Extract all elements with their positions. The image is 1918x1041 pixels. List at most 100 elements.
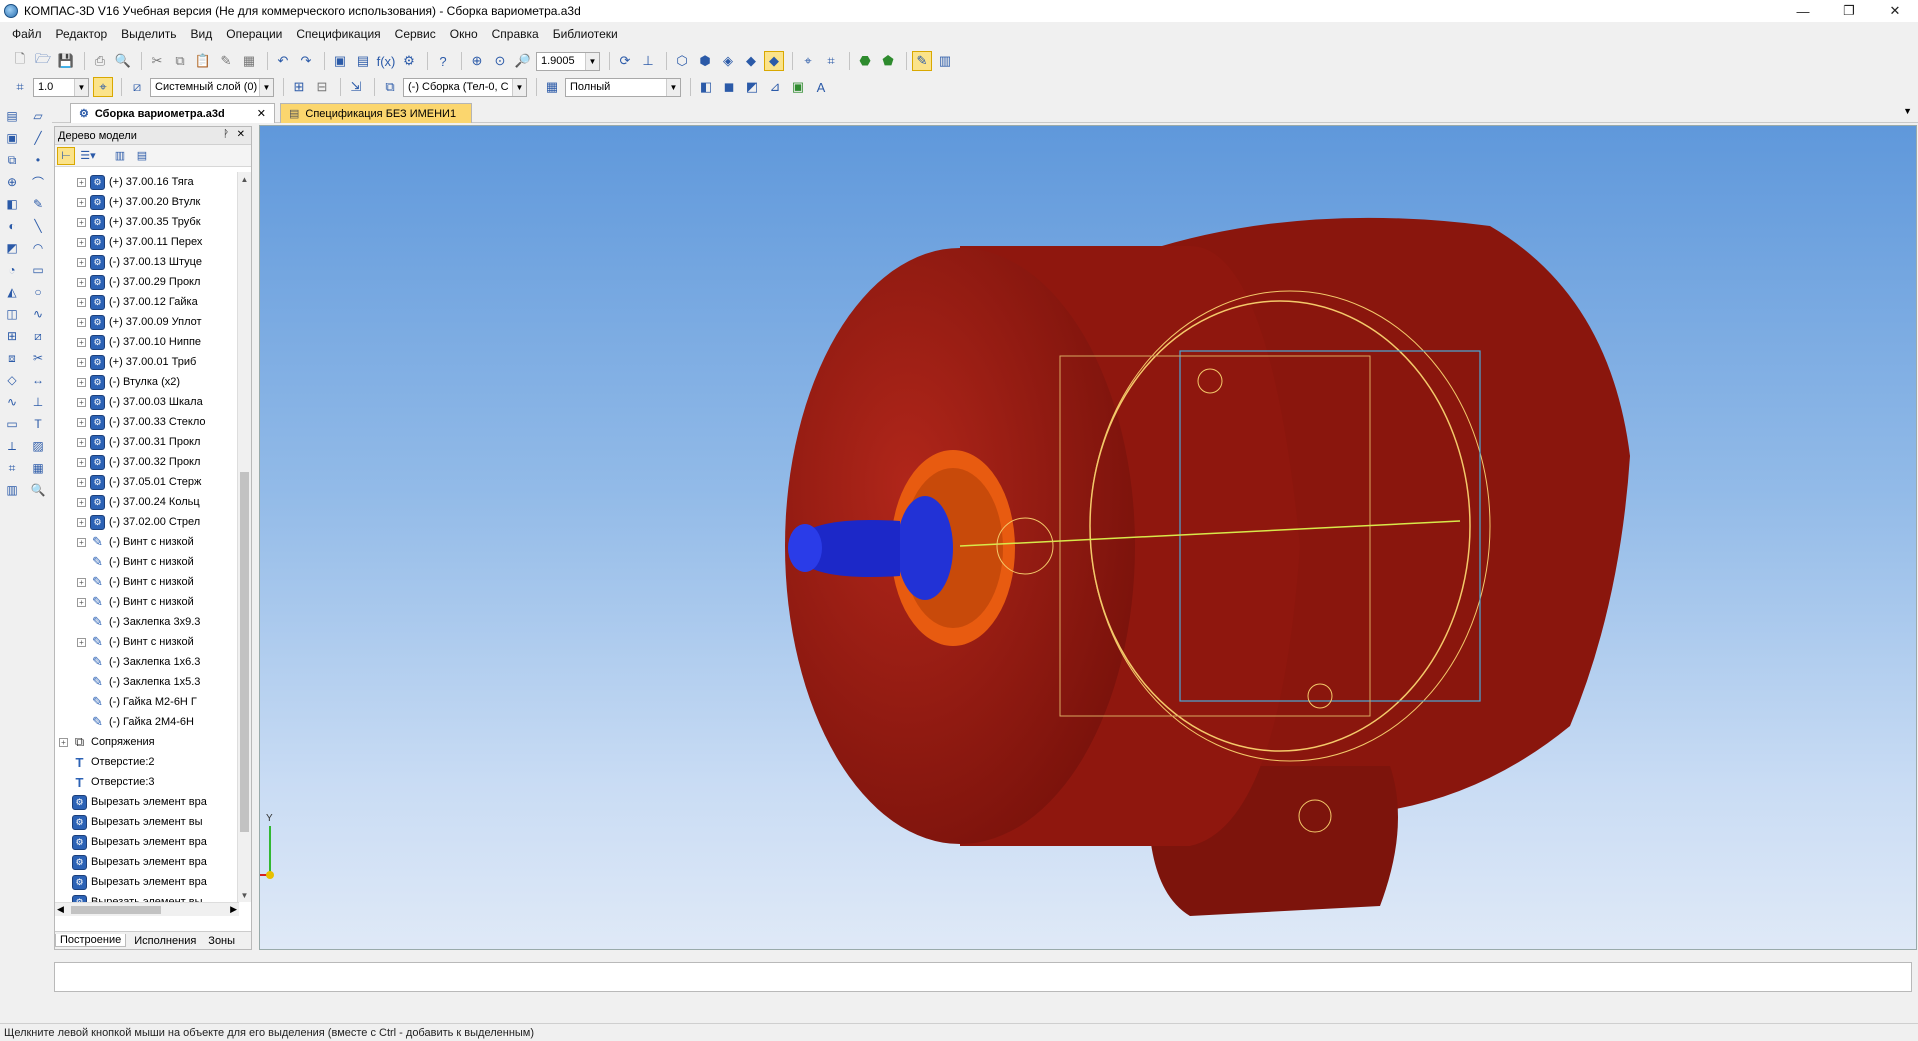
library-icon[interactable]: ▤ (353, 51, 373, 71)
zoom-scale-field[interactable]: 1.9005 ▼ (536, 51, 600, 71)
layer-select[interactable]: Системный слой (0) ▼ (150, 77, 274, 97)
tree-item[interactable]: + ⚙ (+) 37.00.11 Перех (55, 232, 239, 252)
shell-tool-icon[interactable]: ◫ (2, 304, 22, 324)
expand-icon[interactable]: + (77, 217, 86, 227)
scrollbar-thumb[interactable] (71, 906, 161, 914)
perspective-icon[interactable]: ◩ (742, 77, 762, 97)
properties-panel-icon[interactable]: ▥ (935, 51, 955, 71)
tree-view-mode-icon[interactable]: ☰▾ (79, 147, 97, 165)
tree-item[interactable]: + ⧉ Сопряжения (55, 732, 239, 752)
tree-item[interactable]: + ✎ (-) Винт с низкой (55, 592, 239, 612)
tree-item[interactable]: + ⚙ (-) 37.00.24 Кольц (55, 492, 239, 512)
section-icon[interactable]: ◧ (696, 77, 716, 97)
pin-icon[interactable]: ᚹ (223, 129, 229, 140)
manager-icon[interactable]: ▣ (330, 51, 350, 71)
arc-tool-icon[interactable]: ◠ (28, 238, 48, 258)
tree-item[interactable]: + ⚙ (-) 37.00.13 Штуце (55, 252, 239, 272)
expand-icon[interactable]: + (77, 417, 86, 427)
assembly-edit-icon[interactable]: ⧉ (380, 77, 400, 97)
menu-libraries[interactable]: Библиотеки (553, 27, 618, 41)
assembly-filter-select[interactable]: (-) Сборка (Тел-0, С ▼ (403, 77, 527, 97)
new-file-icon[interactable]: 🗋 (10, 51, 30, 71)
text-tool-icon[interactable]: T (28, 414, 48, 434)
axis-tool-icon[interactable]: ╱ (28, 128, 48, 148)
preview-icon[interactable]: 🔍 (113, 51, 133, 71)
rect-tool-icon[interactable]: ▭ (28, 260, 48, 280)
tab-assembly[interactable]: ⚙ Сборка вариометра.a3d ✕ (70, 103, 275, 123)
plane-tool-icon[interactable]: ▱ (28, 106, 48, 126)
tree-item[interactable]: + ✎ (-) Винт с низкой (55, 572, 239, 592)
trim-tool-icon[interactable]: ✂ (28, 348, 48, 368)
expand-icon[interactable]: + (77, 517, 86, 527)
tree-item[interactable]: ✎ (-) Винт с низкой (55, 552, 239, 572)
menu-view[interactable]: Вид (191, 27, 213, 41)
expand-icon[interactable]: + (77, 377, 86, 387)
expand-icon[interactable]: + (77, 437, 86, 447)
tree-spec-icon[interactable]: ▥ (111, 147, 129, 165)
menu-specification[interactable]: Спецификация (296, 27, 380, 41)
wireframe-icon[interactable]: ⬡ (672, 51, 692, 71)
tree-item[interactable]: + ⚙ (+) 37.00.01 Триб (55, 352, 239, 372)
variables-icon[interactable]: f(x) (376, 51, 396, 71)
chevron-down-icon[interactable]: ▼ (666, 78, 680, 96)
tree-item[interactable]: ✎ (-) Гайка 2М4-6Н (55, 712, 239, 732)
halftone-icon[interactable]: ◆ (741, 51, 761, 71)
curve-tool-icon[interactable]: ⌒ (28, 172, 48, 192)
tab-zones[interactable]: Зоны (204, 935, 239, 947)
tree-item[interactable]: ⚙ Вырезать элемент вы (55, 892, 239, 902)
tree-item[interactable]: ✎ (-) Гайка М2-6Н Г (55, 692, 239, 712)
expand-icon[interactable]: + (77, 317, 86, 327)
menu-help[interactable]: Справка (492, 27, 539, 41)
surface-tool-icon[interactable]: ◇ (2, 370, 22, 390)
scrollbar-thumb[interactable] (240, 472, 249, 832)
filter-panel-icon[interactable]: ⌗ (2, 458, 22, 478)
undo-icon[interactable]: ↶ (273, 51, 293, 71)
dimension-tool-icon[interactable]: ↔ (28, 370, 48, 390)
properties-icon[interactable]: ✎ (216, 51, 236, 71)
step-icon[interactable]: ⌗ (10, 77, 30, 97)
tree-item[interactable]: + ⚙ (-) 37.00.10 Ниппе (55, 332, 239, 352)
tree-item[interactable]: + ⚙ (+) 37.00.16 Тяга (55, 172, 239, 192)
rotate-tool-icon[interactable]: ◐ (2, 216, 22, 236)
print-icon[interactable]: ⎙ (90, 51, 110, 71)
spec-panel-icon[interactable]: ▥ (2, 480, 22, 500)
tree-item[interactable]: ⚙ Вырезать элемент вы (55, 812, 239, 832)
measure-tool-icon[interactable]: ⊿ (765, 77, 785, 97)
close-window-button[interactable]: ✕ (1872, 0, 1918, 22)
menu-service[interactable]: Сервис (395, 27, 436, 41)
tab-versions[interactable]: Исполнения (130, 935, 200, 947)
tree-item[interactable]: + ⚙ (-) 37.00.32 Прокл (55, 452, 239, 472)
chevron-down-icon[interactable]: ▼ (585, 52, 599, 70)
cut-icon[interactable]: ✂ (147, 51, 167, 71)
tree-item[interactable]: + ⚙ (-) 37.05.01 Стерж (55, 472, 239, 492)
hatch-tool-icon[interactable]: ▨ (28, 436, 48, 456)
tree-item[interactable]: ✎ (-) Заклепка 1x5.3 (55, 672, 239, 692)
expand-icon[interactable]: + (77, 597, 86, 607)
scroll-left-icon[interactable]: ◀ (57, 904, 64, 915)
step-field[interactable]: 1.0 ▼ (33, 77, 89, 97)
point-tool-icon[interactable]: • (28, 150, 48, 170)
measure-panel-icon[interactable]: ⟂ (2, 436, 22, 456)
tab-specification[interactable]: ▤ Спецификация БЕЗ ИМЕНИ1 (280, 103, 472, 123)
measure-icon[interactable]: ⚙ (399, 51, 419, 71)
restore-button[interactable]: ❐ (1826, 0, 1872, 22)
expand-icon[interactable]: + (77, 337, 86, 347)
offset-tool-icon[interactable]: ⧄ (28, 326, 48, 346)
open-file-icon[interactable]: 🗁 (33, 51, 53, 71)
menu-select[interactable]: Выделить (121, 27, 176, 41)
tree-item[interactable]: + ⚙ (-) 37.02.00 Стрел (55, 512, 239, 532)
save-icon[interactable]: 💾 (56, 51, 76, 71)
expand-icon[interactable]: + (77, 397, 86, 407)
tree-item[interactable]: + ⚙ (-) 37.00.03 Шкала (55, 392, 239, 412)
sheet-metal-icon[interactable]: ▭ (2, 414, 22, 434)
display-mode-icon[interactable]: ▦ (542, 77, 562, 97)
expand-icon[interactable]: + (77, 537, 86, 547)
tree-item[interactable]: + ⚙ (-) 37.00.33 Стекло (55, 412, 239, 432)
tree-item[interactable]: + ⚙ (+) 37.00.35 Трубк (55, 212, 239, 232)
expand-icon[interactable]: + (77, 457, 86, 467)
mirror-tool-icon[interactable]: ⧈ (2, 348, 22, 368)
tree-item[interactable]: T Отверстие:2 (55, 752, 239, 772)
tree-item[interactable]: + ⚙ (-) 37.00.29 Прокл (55, 272, 239, 292)
tree-item[interactable]: + ⚙ (-) Втулка (x2) (55, 372, 239, 392)
local-cs-icon[interactable]: ⊞ (289, 77, 309, 97)
